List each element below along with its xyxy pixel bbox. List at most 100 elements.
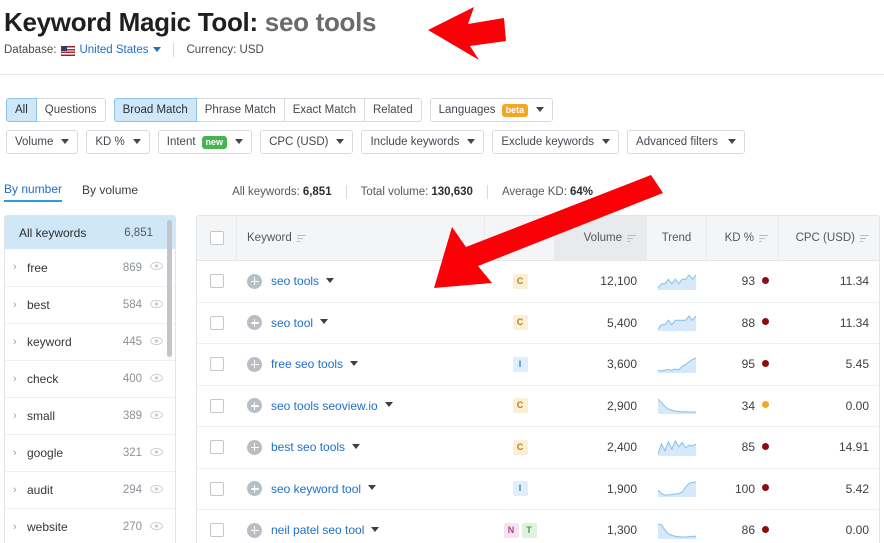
chevron-down-icon[interactable]: [371, 526, 380, 532]
chevron-right-icon[interactable]: ›: [13, 373, 27, 385]
intent-badge-n[interactable]: N: [503, 522, 519, 538]
chevron-down-icon[interactable]: [368, 485, 377, 491]
intent-badge-t[interactable]: T: [521, 522, 537, 538]
sidebar-item-audit[interactable]: › audit 294: [5, 471, 175, 508]
table-row[interactable]: free seo tools I 3,600 95 5.45: [197, 344, 879, 386]
eye-icon[interactable]: [150, 336, 163, 349]
tab-phrase-match[interactable]: Phrase Match: [195, 98, 285, 122]
table-row[interactable]: seo tools C 12,100 93 11.34: [197, 261, 879, 303]
add-keyword-icon[interactable]: [247, 273, 262, 289]
table-row[interactable]: neil patel seo tool N T 1,300 86 0.00: [197, 510, 879, 543]
kd-filter[interactable]: KD %: [86, 130, 150, 154]
sort-icon[interactable]: [627, 234, 636, 244]
chevron-right-icon[interactable]: ›: [13, 447, 27, 459]
chevron-right-icon[interactable]: ›: [13, 410, 27, 422]
select-all-checkbox[interactable]: [209, 231, 224, 245]
chevron-down-icon[interactable]: [467, 138, 476, 144]
intent-filter[interactable]: Intent new: [157, 130, 253, 154]
chevron-right-icon[interactable]: ›: [13, 336, 27, 348]
advanced-filters[interactable]: Advanced filters: [627, 130, 746, 154]
chevron-down-icon[interactable]: [320, 319, 329, 325]
chevron-right-icon[interactable]: ›: [13, 262, 27, 273]
eye-icon[interactable]: [150, 521, 163, 534]
chevron-down-icon[interactable]: [728, 138, 737, 144]
keyword-link[interactable]: best seo tools: [271, 440, 345, 454]
table-row[interactable]: seo tools seoview.io C 2,900 34 0.00: [197, 386, 879, 427]
sidebar-item-check[interactable]: › check 400: [5, 360, 175, 397]
tab-questions[interactable]: Questions: [35, 98, 106, 122]
row-checkbox[interactable]: [210, 357, 224, 372]
column-header-kd[interactable]: KD %: [707, 216, 779, 260]
intent-badge-c[interactable]: C: [512, 273, 528, 289]
sidebar-item-all-keywords[interactable]: All keywords 6,851: [5, 216, 175, 249]
tab-related[interactable]: Related: [364, 98, 422, 122]
eye-icon[interactable]: [150, 484, 163, 497]
column-header-keyword[interactable]: Keyword: [237, 216, 485, 260]
column-header-trend[interactable]: Trend: [647, 216, 707, 260]
chevron-down-icon[interactable]: [153, 46, 162, 52]
chevron-right-icon[interactable]: ›: [13, 299, 27, 311]
sidebar-item-best[interactable]: › best 584: [5, 286, 175, 323]
chevron-down-icon[interactable]: [235, 138, 244, 144]
row-checkbox[interactable]: [210, 440, 224, 455]
sort-icon[interactable]: [296, 234, 306, 244]
column-header-volume[interactable]: Volume: [555, 216, 647, 260]
keyword-link[interactable]: free seo tools: [271, 357, 343, 371]
keyword-link[interactable]: seo tools: [271, 274, 319, 288]
chevron-down-icon[interactable]: [602, 138, 611, 144]
chevron-right-icon[interactable]: ›: [13, 521, 27, 533]
chevron-down-icon[interactable]: [132, 138, 141, 144]
tab-broad-match[interactable]: Broad Match: [113, 98, 197, 122]
keyword-link[interactable]: seo tools seoview.io: [271, 399, 378, 413]
intent-badge-i[interactable]: I: [512, 481, 528, 497]
row-checkbox[interactable]: [210, 398, 224, 413]
keyword-link[interactable]: seo tool: [271, 316, 313, 330]
sort-icon[interactable]: [860, 234, 869, 244]
add-keyword-icon[interactable]: [247, 315, 262, 331]
languages-dropdown[interactable]: Languages beta: [429, 98, 554, 122]
chevron-down-icon[interactable]: [384, 402, 393, 408]
volume-filter[interactable]: Volume: [6, 130, 79, 154]
sidebar-scrollbar-thumb[interactable]: [167, 220, 172, 357]
chevron-down-icon[interactable]: [336, 138, 345, 144]
add-keyword-icon[interactable]: [247, 439, 262, 455]
add-keyword-icon[interactable]: [247, 522, 262, 538]
intent-badge-i[interactable]: I: [512, 356, 528, 372]
table-row[interactable]: seo keyword tool I 1,900 100 5.42: [197, 469, 879, 510]
sidebar-item-free[interactable]: › free 869: [5, 249, 175, 286]
chevron-down-icon[interactable]: [326, 277, 335, 283]
chevron-down-icon[interactable]: [536, 106, 545, 112]
keyword-link[interactable]: seo keyword tool: [271, 482, 361, 496]
eye-icon[interactable]: [150, 373, 163, 386]
sidebar-item-website[interactable]: › website 270: [5, 508, 175, 543]
eye-icon[interactable]: [150, 299, 163, 312]
table-row[interactable]: best seo tools C 2,400 85 14.91: [197, 427, 879, 469]
eye-icon[interactable]: [150, 447, 163, 460]
intent-badge-c[interactable]: C: [512, 439, 528, 455]
intent-badge-c[interactable]: C: [512, 398, 528, 414]
chevron-down-icon[interactable]: [61, 138, 70, 144]
row-checkbox[interactable]: [210, 274, 224, 289]
row-checkbox[interactable]: [210, 315, 224, 330]
chevron-right-icon[interactable]: ›: [13, 484, 27, 496]
table-row[interactable]: seo tool C 5,400 88 11.34: [197, 303, 879, 344]
column-header-cpc[interactable]: CPC (USD): [779, 216, 879, 260]
cpc-filter[interactable]: CPC (USD): [260, 130, 354, 154]
chevron-down-icon[interactable]: [352, 443, 361, 449]
sort-icon[interactable]: [759, 234, 768, 244]
eye-icon[interactable]: [150, 261, 163, 274]
exclude-keywords-filter[interactable]: Exclude keywords: [492, 130, 620, 154]
tab-exact-match[interactable]: Exact Match: [283, 98, 365, 122]
sidebar-item-keyword[interactable]: › keyword 445: [5, 323, 175, 360]
row-checkbox[interactable]: [210, 523, 224, 538]
keyword-link[interactable]: neil patel seo tool: [271, 523, 364, 537]
intent-badge-c[interactable]: C: [512, 315, 528, 331]
add-keyword-icon[interactable]: [247, 398, 262, 414]
add-keyword-icon[interactable]: [247, 481, 262, 497]
include-keywords-filter[interactable]: Include keywords: [361, 130, 485, 154]
subtab-by-number[interactable]: By number: [4, 182, 63, 202]
tab-all[interactable]: All: [6, 98, 37, 122]
add-keyword-icon[interactable]: [247, 356, 262, 372]
database-selector[interactable]: United States: [79, 42, 148, 58]
chevron-down-icon[interactable]: [350, 360, 359, 366]
